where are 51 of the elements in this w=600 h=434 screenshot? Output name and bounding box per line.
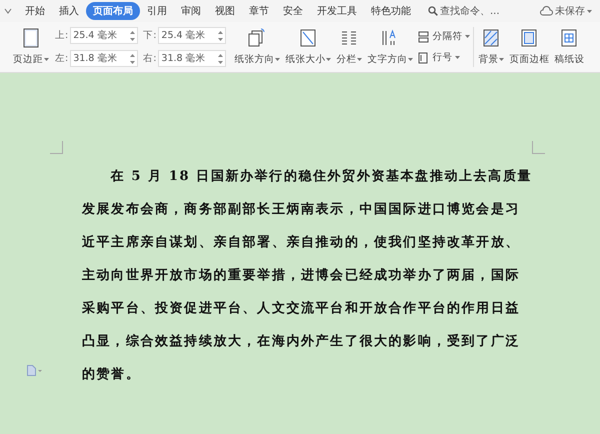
menu-tab[interactable]: 安全 (276, 2, 310, 20)
margin-input[interactable]: 31.8 毫米 (158, 50, 226, 67)
spinner-icon[interactable] (218, 30, 224, 42)
margin-input[interactable]: 25.4 毫米 (70, 27, 138, 44)
margin-input[interactable]: 31.8 毫米 (70, 50, 138, 67)
search-field[interactable]: 查找命令、... (428, 4, 500, 18)
ribbon-button[interactable]: 页面边框 (508, 26, 550, 68)
cloud-icon (540, 6, 553, 16)
margin-label: 左: (55, 52, 68, 65)
dropdown-icon[interactable] (4, 8, 12, 14)
caret-icon (44, 58, 49, 61)
separator-icon (417, 30, 430, 42)
caret-icon (38, 370, 42, 372)
page-border-icon (519, 28, 540, 48)
paragraph-menu-button[interactable] (27, 365, 42, 376)
margins-button[interactable]: 页边距 (12, 26, 50, 68)
grid-paper-icon (559, 28, 580, 48)
menu-tab[interactable]: 开发工具 (310, 2, 364, 20)
body-paragraph: 在 5 月 18 日国新办举行的稳住外贸外资基本盘推动上去高质量发展发布会商，商务部副部长王炳南表示，中国国际进口博览会是习近平主席亲自谋划、亲自部署、亲自推动的，使我们坚持改革开放、主动向世界开放市场的重要举措，进博会已经成功举办了两届，国际采购平台、投资促进平台、人文交流平台和开放合作平台的作用日益凸显，综合效益持续放大，在海内外产生了很大的影响，受到了广泛的赞誉。 (82, 168, 534, 384)
menu-tab[interactable]: 章节 (242, 2, 276, 20)
document-icon (27, 365, 36, 376)
ribbon-button[interactable]: 行号 (417, 51, 470, 64)
menu-tab[interactable]: 插入 (52, 2, 86, 20)
margin-label: 上: (55, 29, 68, 42)
margin-label: 右: (143, 52, 156, 65)
ribbon-button[interactable]: 纸张大小 (284, 26, 332, 68)
spinner-icon[interactable] (130, 30, 136, 42)
line-number-icon (417, 52, 430, 64)
orientation-icon (247, 28, 268, 48)
spinner-icon[interactable] (130, 52, 136, 64)
margin-input[interactable]: 25.4 毫米 (158, 27, 226, 44)
menu-tab[interactable]: 特色功能 (364, 2, 418, 20)
ribbon-button[interactable]: 分栏 (335, 26, 364, 68)
search-icon (428, 6, 438, 16)
ribbon-button[interactable]: 文字方向 (366, 26, 414, 68)
caret-icon (587, 10, 592, 12)
ribbon-button[interactable]: 背景 (477, 26, 506, 68)
menu-tab[interactable]: 审阅 (174, 2, 208, 20)
background-icon (481, 28, 502, 48)
ribbon-button[interactable]: 分隔符 (417, 30, 470, 43)
menu-tab[interactable]: 引用 (140, 2, 174, 20)
page-icon (23, 28, 39, 48)
menu-tab[interactable]: 开始 (18, 2, 52, 20)
menu-tab[interactable]: 页面布局 (86, 2, 140, 20)
menu-tab[interactable]: 视图 (208, 2, 242, 20)
ribbon-button[interactable]: 稿纸设 (553, 26, 586, 68)
save-status-button[interactable]: 未保存 (540, 4, 592, 18)
ribbon-button[interactable]: 纸张方向 (233, 26, 282, 68)
spinner-icon[interactable] (218, 52, 224, 64)
paper-size-icon (298, 28, 318, 48)
margin-label: 下: (143, 29, 156, 42)
